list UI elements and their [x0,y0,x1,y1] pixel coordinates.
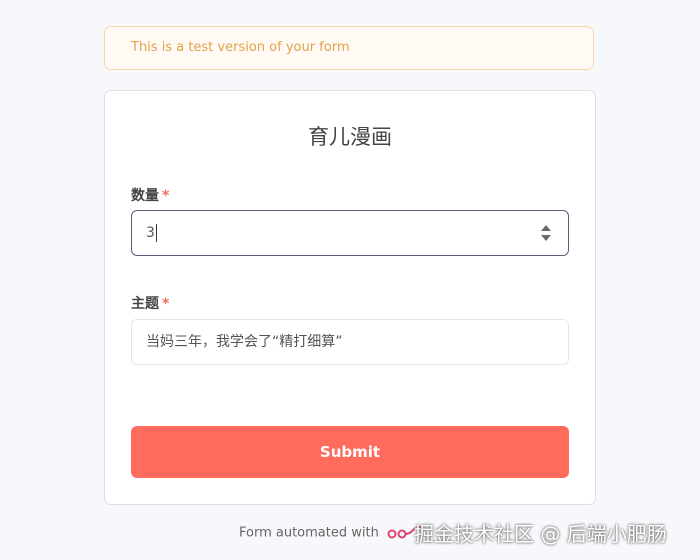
quantity-value: 3 [146,225,155,241]
topic-label: 主题 * [131,293,169,313]
quantity-input[interactable]: 3 [131,210,569,256]
topic-value: 当妈三年，我学会了“精打细算” [146,334,343,350]
quantity-label-text: 数量 [131,188,159,204]
required-mark: * [162,188,170,204]
required-mark: * [162,296,170,312]
topic-input[interactable]: 当妈三年，我学会了“精打细算” [131,319,569,365]
test-version-banner: This is a test version of your form [104,26,594,70]
quantity-label: 数量 * [131,185,169,205]
stepper-up-icon[interactable] [541,225,551,231]
submit-button[interactable]: Submit [131,426,569,478]
page: This is a test version of your form 育儿漫画… [0,0,700,560]
watermark: 掘金技术社区 @ 后端小肥肠 [414,522,667,546]
stepper-down-icon[interactable] [541,235,551,241]
text-caret [155,224,157,242]
number-stepper-arrows-icon[interactable] [540,224,552,242]
topic-label-text: 主题 [131,296,159,312]
footer: Form automated with [239,525,427,541]
form-title: 育儿漫画 [308,125,392,149]
footer-text: Form automated with [239,525,379,541]
form-card: 育儿漫画 数量 * 3 主题 * 当妈三年，我学会了“精打细算” Submit [104,90,596,505]
